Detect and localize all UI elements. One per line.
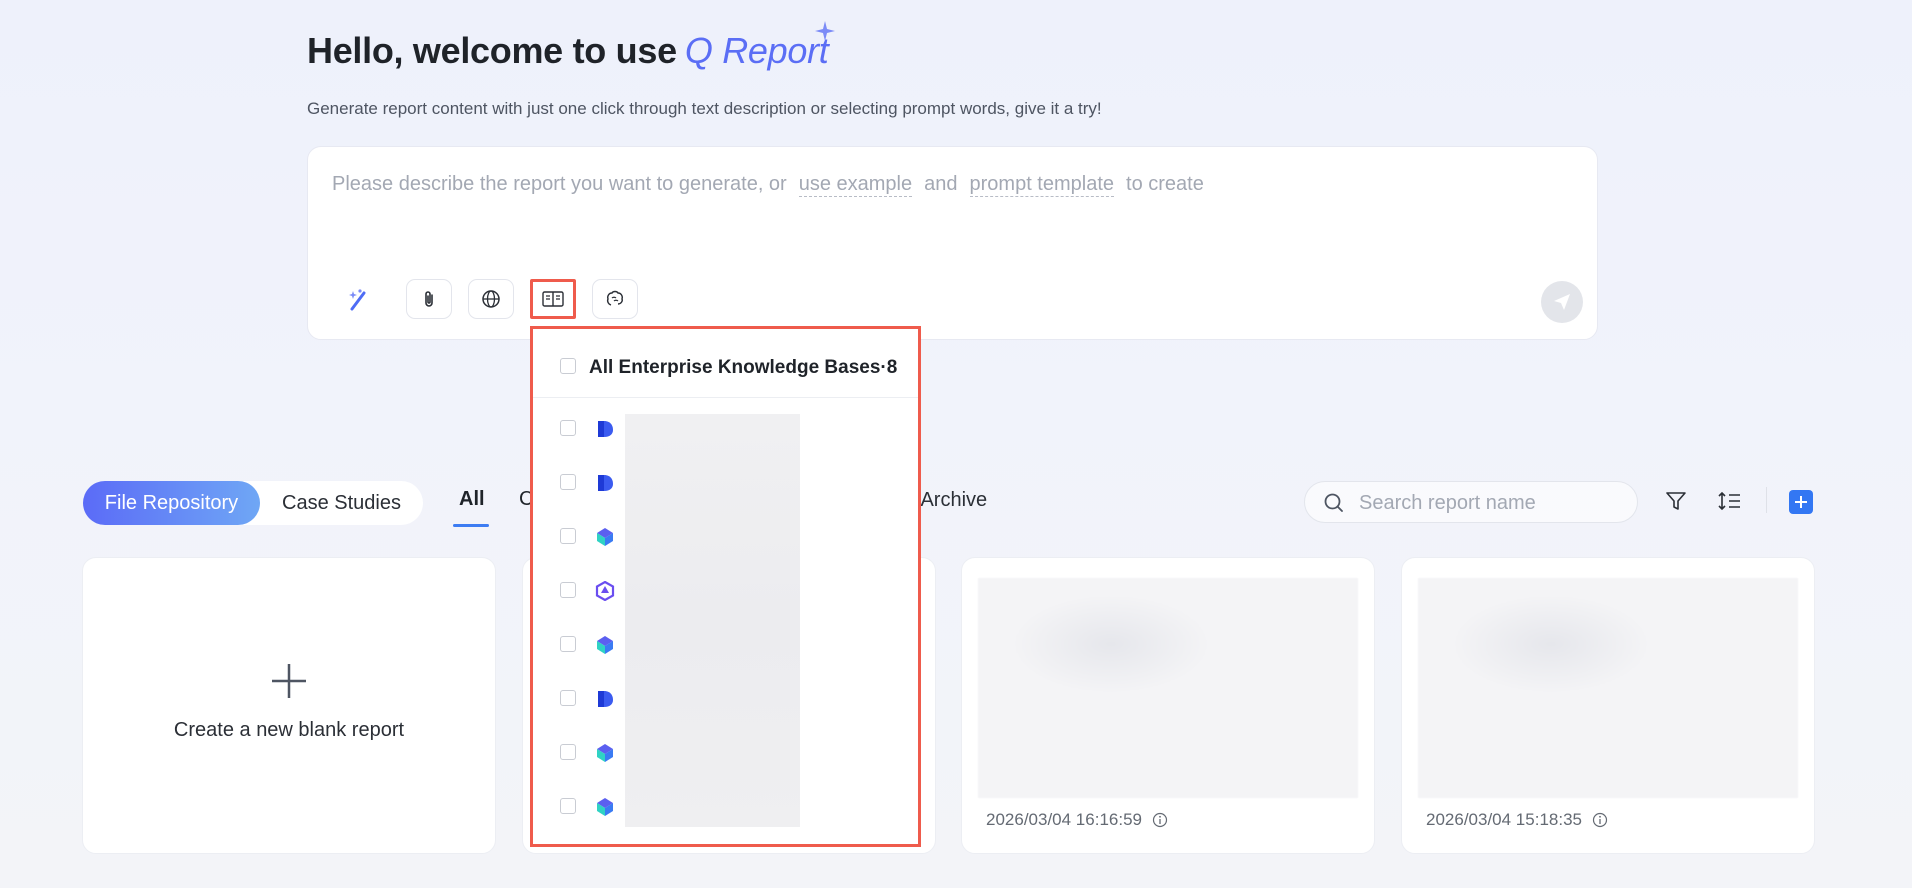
kb-checkbox[interactable] [560,528,576,544]
report-thumbnail [1418,578,1798,798]
sort-button[interactable] [1715,486,1745,516]
kb-hex-logo-icon [595,581,615,601]
knowledge-base-dropdown: All Enterprise Knowledge Bases·8 [530,326,921,847]
kb-d-logo-icon [598,691,613,707]
search-box [1304,481,1638,523]
kb-checkbox[interactable] [560,474,576,490]
plus-icon [272,664,306,698]
search-icon [1324,493,1343,512]
magic-wand-button[interactable] [344,285,374,315]
page-subtitle: Generate report content with just one cl… [307,99,1102,118]
magic-wand-icon [349,289,366,311]
tab-all[interactable]: All [459,488,485,511]
report-date: 2026/03/04 15:18:35 [1426,810,1608,830]
prompt-card: Please describe the report you want to g… [307,146,1598,340]
brain-icon [606,290,623,306]
kb-checkbox[interactable] [560,744,576,760]
kb-checkbox[interactable] [560,690,576,706]
search-input[interactable] [1357,490,1621,516]
knowledge-base-button[interactable] [530,279,576,319]
kb-cube-logo-icon [597,528,613,546]
kb-cube-logo-icon [597,636,613,654]
view-segment: File Repository Case Studies [83,481,423,525]
reasoning-button[interactable] [592,279,638,319]
brand-name: Q Report [685,21,836,71]
report-card[interactable]: 2026/03/04 15:18:35 [1401,557,1815,854]
add-report-button[interactable] [1789,490,1813,514]
kb-cube-logo-icon [597,744,613,762]
globe-icon [482,290,500,308]
kb-checkbox[interactable] [560,420,576,436]
kb-checkbox[interactable] [560,798,576,814]
web-search-button[interactable] [468,279,514,319]
sparkle-icon [815,21,836,41]
new-blank-report-card[interactable]: Create a new blank report [82,557,496,854]
kb-d-logo-icon [598,421,613,437]
select-all-checkbox[interactable] [560,358,576,374]
use-example-link[interactable]: use example [798,173,913,197]
report-date: 2026/03/04 16:16:59 [986,810,1168,830]
tab-case-studies[interactable]: Case Studies [260,481,423,525]
select-all-label[interactable]: All Enterprise Knowledge Bases·8 [589,357,897,379]
title-prefix: Hello, welcome to use [307,30,677,71]
knowledge-base-icon [542,291,564,307]
sort-icon [1718,491,1740,511]
page-title: Hello, welcome to use Q Report [307,21,836,72]
toolbar-separator [1766,487,1767,513]
tab-underline [453,524,489,527]
filter-button[interactable] [1661,486,1691,516]
kb-checkbox[interactable] [560,582,576,598]
report-card[interactable]: 2026/03/04 16:16:59 [961,557,1375,854]
send-button[interactable] [1541,281,1583,323]
kb-cube-logo-icon [597,798,613,816]
attach-button[interactable] [406,279,452,319]
report-thumbnail [978,578,1358,798]
dropdown-header: All Enterprise Knowledge Bases·8 [533,329,918,398]
blank-report-label: Create a new blank report [173,719,405,741]
plus-icon [1795,496,1807,508]
send-icon [1554,294,1570,310]
prompt-input[interactable]: Please describe the report you want to g… [332,173,1204,197]
redacted-names [625,414,800,827]
info-icon[interactable] [1152,812,1168,828]
kb-d-logo-icon [598,475,613,491]
paperclip-icon [425,291,433,307]
kb-checkbox[interactable] [560,636,576,652]
filter-icon [1666,492,1686,510]
tab-file-repository[interactable]: File Repository [83,481,260,525]
info-icon[interactable] [1592,812,1608,828]
prompt-template-link[interactable]: prompt template [969,173,1115,197]
